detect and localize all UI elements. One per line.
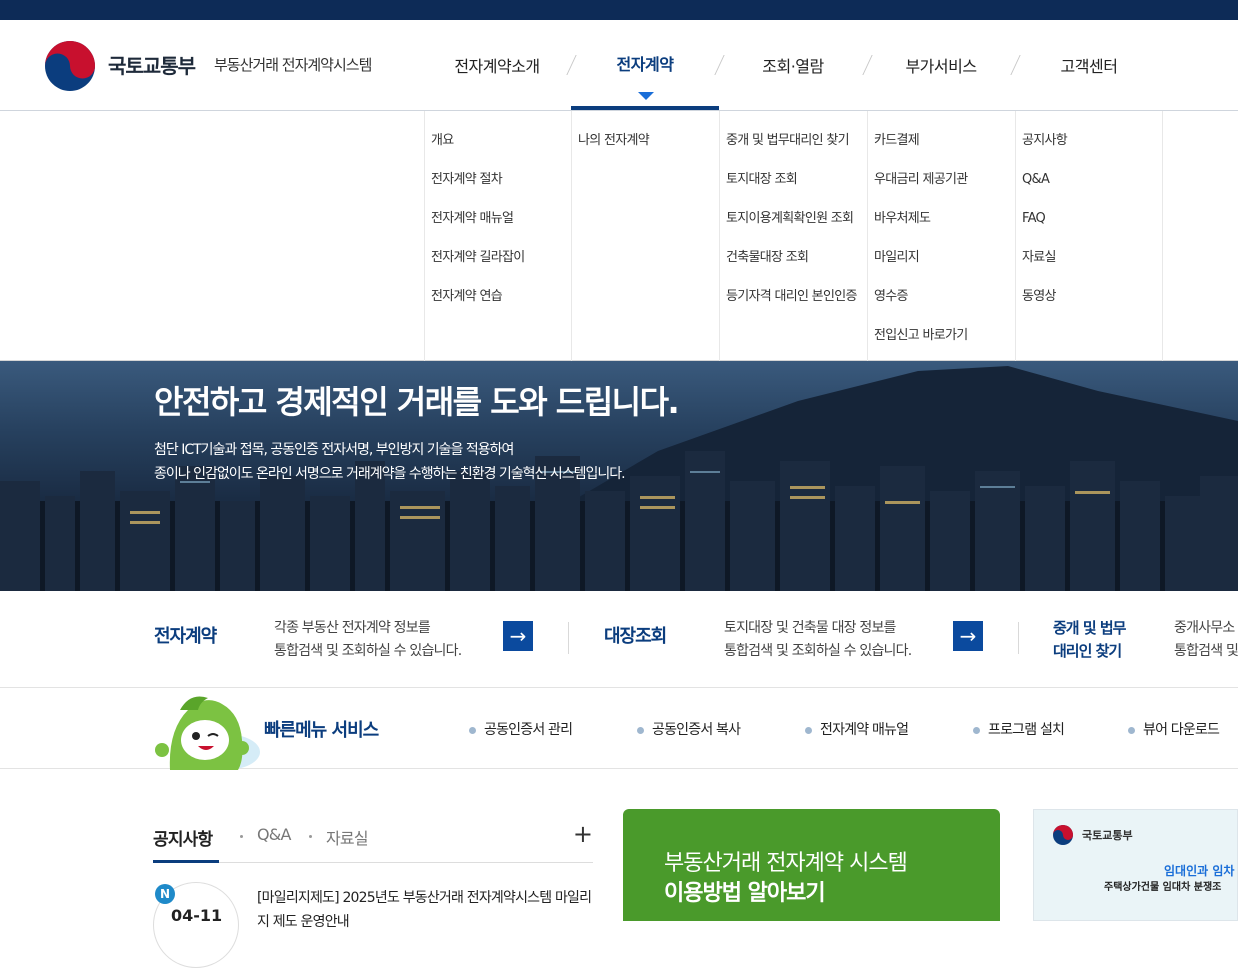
nav-customer-center[interactable]: 고객센터 [1015, 20, 1163, 110]
bullet-icon [1128, 726, 1135, 734]
menu-item[interactable]: 카드결제 [874, 131, 1015, 170]
fast-item-label: 공동인증서 관리 [484, 722, 573, 738]
quick-desc: 통합검색 및 조회하실 수 있습니다. [274, 643, 462, 659]
menu-item[interactable]: 전입신고 바로가기 [874, 326, 1015, 365]
fast-item-label: 공동인증서 복사 [652, 722, 741, 738]
menu-item[interactable]: 토지대장 조회 [726, 170, 867, 209]
mega-dropdown: 개요 전자계약 절차 전자계약 매뉴얼 전자계약 길라잡이 전자계약 연습 나의… [0, 111, 1238, 361]
menu-item[interactable]: 전자계약 절차 [431, 170, 571, 209]
logo-system-name[interactable]: 부동산거래 전자계약시스템 [214, 54, 372, 75]
fast-item-cert-manage[interactable]: 공동인증서 관리 [469, 719, 573, 739]
fast-item-manual[interactable]: 전자계약 매뉴얼 [805, 719, 909, 739]
fast-menu: 빠른메뉴 서비스 공동인증서 관리 공동인증서 복사 전자계약 매뉴얼 프로그램… [0, 688, 1238, 770]
menu-item[interactable]: 마일리지 [874, 248, 1015, 287]
dropdown-col-intro: 개요 전자계약 절차 전자계약 매뉴얼 전자계약 길라잡이 전자계약 연습 [424, 111, 571, 361]
hero-desc-line2: 종이나 인감없이도 온라인 서명으로 거래계약을 수행하는 친환경 기술혁신 시… [154, 466, 626, 482]
menu-item[interactable]: 중개 및 법무대리인 찾기 [726, 131, 867, 170]
quick-divider [1018, 622, 1019, 654]
menu-item[interactable]: 자료실 [1022, 248, 1162, 287]
menu-item[interactable]: 바우처제도 [874, 209, 1015, 248]
bullet-icon [637, 726, 644, 734]
menu-item[interactable]: 전자계약 매뉴얼 [431, 209, 571, 248]
quick-desc: 각종 부동산 전자계약 정보를 [274, 620, 431, 636]
active-caret-icon [638, 92, 654, 100]
menu-item[interactable]: 나의 전자계약 [578, 131, 719, 170]
menu-item[interactable]: 영수증 [874, 287, 1015, 326]
tab-active-underline [153, 860, 219, 863]
bullet-icon [805, 726, 812, 734]
quick-desc: 토지대장 및 건축물 대장 정보를 [724, 620, 896, 636]
notice-date: 04-11 [171, 906, 223, 925]
promo-banner[interactable]: 국토교통부 임대인과 임차 주택상가건물 임대차 분쟁조 [1033, 809, 1238, 921]
hero-banner: 안전하고 경제적인 거래를 도와 드립니다. 첨단 ICT기술과 접목, 공동인… [0, 361, 1238, 591]
logo-ministry-name[interactable]: 국토교통부 [108, 50, 196, 79]
fast-item-program-install[interactable]: 프로그램 설치 [973, 719, 1065, 739]
fast-item-label: 전자계약 매뉴얼 [820, 722, 909, 738]
arrow-right-icon[interactable]: → [953, 621, 983, 651]
quick-title-agent-find-line2[interactable]: 대리인 찾기 [1053, 640, 1122, 663]
tab-underline [153, 862, 593, 863]
menu-item[interactable]: 등기자격 대리인 본인인증 [726, 287, 867, 326]
nav-extra-services[interactable]: 부가서비스 [867, 20, 1015, 110]
hero-desc-line1: 첨단 ICT기술과 접목, 공동인증 전자서명, 부인방지 기술을 적용하여 [154, 442, 514, 458]
top-bar [0, 0, 1238, 20]
site-header: 국토교통부 부동산거래 전자계약시스템 전자계약소개 전자계약 조회·열람 부가… [0, 20, 1238, 111]
quick-desc: 통합검색 및 조회하실 수 있습니다. [724, 643, 912, 659]
quick-title-register-lookup[interactable]: 대장조회 [604, 622, 667, 648]
guide-line1: 부동산거래 전자계약 시스템 [664, 851, 908, 876]
menu-item[interactable]: FAQ [1022, 209, 1162, 248]
tab-notice[interactable]: 공지사항 [153, 825, 213, 850]
banner-headline: 임대인과 임차 [1164, 864, 1235, 878]
fast-item-cert-copy[interactable]: 공동인증서 복사 [637, 719, 741, 739]
quick-desc: 중개사무소 [1174, 620, 1235, 636]
menu-item[interactable]: 우대금리 제공기관 [874, 170, 1015, 209]
nav-lookup[interactable]: 조회·열람 [719, 20, 867, 110]
dropdown-col-extra: 카드결제 우대금리 제공기관 바우처제도 마일리지 영수증 전입신고 바로가기 [867, 111, 1015, 361]
hero-title: 안전하고 경제적인 거래를 도와 드립니다. [154, 383, 680, 421]
dropdown-col-lookup: 중개 및 법무대리인 찾기 토지대장 조회 토지이용계획확인원 조회 건축물대장… [719, 111, 867, 361]
menu-item[interactable]: 토지이용계획확인원 조회 [726, 209, 867, 248]
menu-item[interactable]: 개요 [431, 131, 571, 170]
guide-line2: 이용방법 알아보기 [664, 881, 826, 906]
notice-board: 공지사항 Q&A 자료실 + N 04-11 [마일리지제도] 2025년도 부… [153, 808, 593, 968]
quick-desc: 통합검색 및 [1174, 643, 1238, 659]
fast-item-label: 프로그램 설치 [988, 722, 1065, 738]
more-plus-icon[interactable]: + [573, 820, 593, 848]
menu-item[interactable]: 공지사항 [1022, 131, 1162, 170]
tab-separator [240, 835, 243, 838]
dropdown-col-e-contract: 나의 전자계약 [571, 111, 719, 361]
tab-separator [309, 835, 312, 838]
bullet-icon [469, 726, 476, 734]
new-badge: N [155, 884, 175, 904]
arrow-right-icon[interactable]: → [503, 621, 533, 651]
menu-item[interactable]: Q&A [1022, 170, 1162, 209]
quick-title-e-contract[interactable]: 전자계약 [154, 622, 217, 648]
government-emblem-icon[interactable] [44, 40, 96, 92]
usage-guide-card[interactable]: 부동산거래 전자계약 시스템 이용방법 알아보기 [623, 809, 1000, 921]
quick-title-agent-find[interactable]: 중개 및 법무 [1053, 617, 1126, 640]
bullet-icon [973, 726, 980, 734]
tab-qna[interactable]: Q&A [257, 825, 291, 844]
tab-archive[interactable]: 자료실 [326, 825, 369, 849]
banner-org: 국토교통부 [1082, 829, 1133, 842]
fast-menu-title: 빠른메뉴 서비스 [264, 720, 379, 741]
notice-title-link[interactable]: [마일리지제도] 2025년도 부동산거래 전자계약시스템 마일리지 제도 운영… [257, 886, 597, 934]
nav-intro[interactable]: 전자계약소개 [424, 20, 570, 110]
menu-item[interactable]: 건축물대장 조회 [726, 248, 867, 287]
government-emblem-icon [1053, 825, 1073, 845]
menu-item[interactable]: 전자계약 길라잡이 [431, 248, 571, 287]
quick-divider [568, 622, 569, 654]
dropdown-col-support: 공지사항 Q&A FAQ 자료실 동영상 [1015, 111, 1163, 361]
menu-item[interactable]: 전자계약 연습 [431, 287, 571, 326]
menu-item[interactable]: 동영상 [1022, 287, 1162, 326]
fast-item-viewer-download[interactable]: 뷰어 다운로드 [1128, 719, 1220, 739]
mascot-icon [155, 696, 260, 770]
quick-links: 전자계약 각종 부동산 전자계약 정보를 통합검색 및 조회하실 수 있습니다.… [0, 591, 1238, 688]
banner-subline: 주택상가건물 임대차 분쟁조 [1104, 882, 1222, 893]
fast-item-label: 뷰어 다운로드 [1143, 722, 1220, 738]
